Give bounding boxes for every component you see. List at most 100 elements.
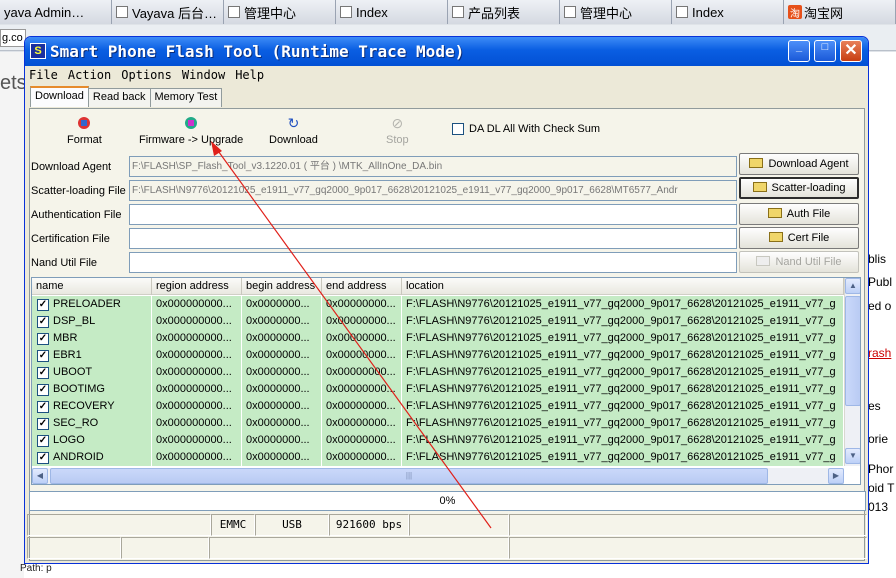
- menu-window[interactable]: Window: [182, 68, 225, 86]
- status-cell-empty: [209, 537, 509, 559]
- certification-file-button[interactable]: Cert File: [739, 227, 859, 249]
- cell-begin: 0x0000000...: [242, 347, 322, 364]
- row-checkbox[interactable]: ✓: [37, 315, 49, 328]
- table-row[interactable]: ✓ PRELOADER 0x000000000... 0x0000000... 0x00…: [32, 296, 844, 313]
- minimize-button[interactable]: _: [788, 40, 810, 62]
- da-dl-checksum-option[interactable]: DA DL All With Check Sum: [452, 123, 600, 135]
- stop-button[interactable]: ⊘ Stop: [386, 115, 409, 146]
- browser-tab[interactable]: Vayava 后台…: [112, 0, 224, 24]
- cell-name-text: PRELOADER: [53, 298, 121, 310]
- title-bar[interactable]: S Smart Phone Flash Tool (Runtime Trace …: [25, 37, 868, 66]
- row-checkbox[interactable]: ✓: [37, 366, 49, 379]
- menu-action[interactable]: Action: [68, 68, 111, 86]
- download-button[interactable]: ↻ Download: [269, 115, 318, 146]
- cell-name: ✓ ANDROID: [32, 449, 152, 466]
- cell-begin: 0x0000000...: [242, 398, 322, 415]
- browser-right-text: orie: [868, 432, 889, 446]
- cell-name-text: EBR1: [53, 349, 82, 361]
- close-button[interactable]: ✕: [840, 40, 862, 62]
- row-checkbox[interactable]: ✓: [37, 383, 49, 396]
- firmware-upgrade-button[interactable]: Firmware -> Upgrade: [139, 115, 243, 146]
- cell-region: 0x000000000...: [152, 398, 242, 415]
- cell-region-text: 0x000000000...: [156, 400, 232, 412]
- horizontal-scroll-thumb[interactable]: |||: [50, 468, 768, 484]
- certification-file-field[interactable]: [129, 228, 737, 249]
- firmware-upgrade-label: Firmware -> Upgrade: [139, 134, 244, 146]
- table-row[interactable]: ✓ SEC_RO 0x000000000... 0x0000000... 0x00000…: [32, 415, 844, 432]
- browser-tab[interactable]: Index: [672, 0, 784, 24]
- cell-begin: 0x0000000...: [242, 449, 322, 466]
- cell-location: F:\FLASH\N9776\20121025_e1911_v77_gq2000…: [402, 449, 844, 466]
- scroll-up-arrow[interactable]: ▲: [845, 278, 860, 294]
- browser-tab[interactable]: 管理中心: [224, 0, 336, 24]
- browser-left-content: ets: [0, 52, 27, 578]
- menu-file[interactable]: File: [29, 68, 58, 86]
- menu-options[interactable]: Options: [121, 68, 172, 86]
- cell-name: ✓ LOGO: [32, 432, 152, 449]
- scroll-down-arrow[interactable]: ▼: [845, 448, 860, 464]
- nand-util-file-field[interactable]: [129, 252, 737, 273]
- column-header-name[interactable]: name: [32, 278, 152, 295]
- horizontal-scrollbar[interactable]: ◀ ||| ▶: [32, 468, 844, 484]
- tab-read-back[interactable]: Read back: [87, 88, 151, 107]
- tab-memory-test[interactable]: Memory Test: [149, 88, 223, 107]
- browser-tab-label: 管理中心: [244, 5, 297, 21]
- vertical-scrollbar[interactable]: ▲ ▼: [844, 278, 860, 466]
- browser-tab[interactable]: 淘淘宝网: [784, 0, 896, 24]
- table-row[interactable]: ✓ RECOVERY 0x000000000... 0x0000000... 0x000…: [32, 398, 844, 415]
- cell-end: 0x00000000...: [322, 415, 402, 432]
- table-row[interactable]: ✓ EBR1 0x000000000... 0x0000000... 0x0000000…: [32, 347, 844, 364]
- folder-icon: [749, 158, 764, 168]
- browser-tab[interactable]: yava Admin…: [0, 0, 112, 24]
- cell-end-text: 0x00000000...: [326, 434, 396, 446]
- cell-begin-text: 0x0000000...: [246, 383, 310, 395]
- scatter-loading-file-field[interactable]: F:\FLASH\N9776\20121025_e1911_v77_gq2000…: [129, 180, 737, 201]
- table-row[interactable]: ✓ UBOOT 0x000000000... 0x0000000... 0x000000…: [32, 364, 844, 381]
- row-checkbox[interactable]: ✓: [37, 332, 49, 345]
- row-checkbox[interactable]: ✓: [37, 298, 49, 311]
- authentication-file-button[interactable]: Auth File: [739, 203, 859, 225]
- cell-begin-text: 0x0000000...: [246, 315, 310, 327]
- table-row[interactable]: ✓ LOGO 0x000000000... 0x0000000... 0x0000000…: [32, 432, 844, 449]
- column-header-region[interactable]: region address: [152, 278, 242, 295]
- column-header-begin[interactable]: begin address: [242, 278, 322, 295]
- folder-icon: [756, 256, 771, 266]
- cell-region: 0x000000000...: [152, 313, 242, 330]
- row-checkbox[interactable]: ✓: [37, 400, 49, 413]
- row-checkbox[interactable]: ✓: [37, 451, 49, 464]
- table-row[interactable]: ✓ MBR 0x000000000... 0x0000000... 0x00000000…: [32, 330, 844, 347]
- column-header-end[interactable]: end address: [322, 278, 402, 295]
- column-header-location[interactable]: location: [402, 278, 844, 295]
- browser-tab[interactable]: 管理中心: [560, 0, 672, 24]
- nand-util-file-button[interactable]: Nand Util File: [739, 251, 859, 273]
- authentication-file-field[interactable]: [129, 204, 737, 225]
- table-row[interactable]: ✓ ANDROID 0x000000000... 0x0000000... 0x0000…: [32, 449, 844, 466]
- format-button[interactable]: Format: [67, 115, 102, 146]
- scatter-loading-file-button[interactable]: Scatter-loading: [739, 177, 859, 199]
- browser-tab[interactable]: 产品列表: [448, 0, 560, 24]
- browser-tab[interactable]: Index: [336, 0, 448, 24]
- scroll-right-arrow[interactable]: ▶: [828, 468, 844, 484]
- tab-download[interactable]: Download: [30, 86, 89, 107]
- cell-location-text: F:\FLASH\N9776\20121025_e1911_v77_gq2000…: [406, 349, 836, 361]
- row-checkbox[interactable]: ✓: [37, 434, 49, 447]
- status-cell-empty: [27, 537, 121, 559]
- row-checkbox[interactable]: ✓: [37, 349, 49, 362]
- browser-url-fragment[interactable]: g.co: [0, 29, 26, 47]
- cell-region-text: 0x000000000...: [156, 349, 232, 361]
- scroll-left-arrow[interactable]: ◀: [32, 468, 48, 484]
- cell-end: 0x00000000...: [322, 381, 402, 398]
- table-row[interactable]: ✓ DSP_BL 0x000000000... 0x0000000... 0x00000…: [32, 313, 844, 330]
- download-agent-button[interactable]: Download Agent: [739, 153, 859, 175]
- vertical-scroll-thumb[interactable]: [845, 296, 860, 406]
- browser-left-text: ets: [0, 72, 27, 94]
- download-agent-field[interactable]: F:\FLASH\SP_Flash_Tool_v3.1220.01 ( 平台 )…: [129, 156, 737, 177]
- table-row[interactable]: ✓ BOOTIMG 0x000000000... 0x0000000... 0x0000…: [32, 381, 844, 398]
- download-agent-button-label: Download Agent: [768, 158, 849, 170]
- menu-help[interactable]: Help: [235, 68, 264, 86]
- da-dl-checksum-checkbox[interactable]: [452, 123, 464, 135]
- maximize-button[interactable]: □: [814, 40, 836, 62]
- row-checkbox[interactable]: ✓: [37, 417, 49, 430]
- cell-region-text: 0x000000000...: [156, 366, 232, 378]
- folder-icon: [752, 182, 767, 192]
